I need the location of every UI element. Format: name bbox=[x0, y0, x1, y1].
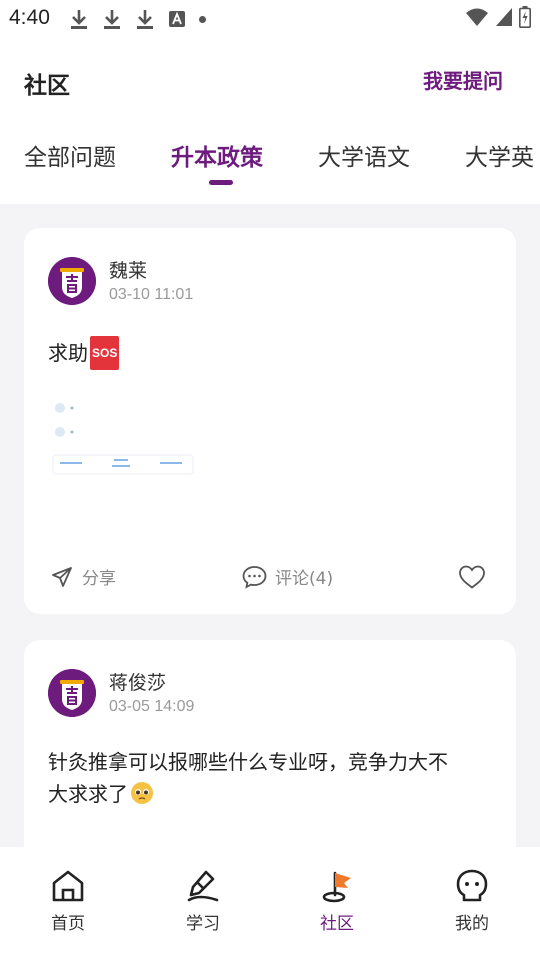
nav-item-home[interactable]: 首页 bbox=[28, 869, 108, 934]
share-button[interactable]: 分享 bbox=[50, 564, 116, 589]
author-name[interactable]: 蒋俊莎 bbox=[109, 668, 166, 695]
post-time: 03-05 14:09 bbox=[109, 698, 195, 715]
download-icon bbox=[104, 10, 120, 29]
post-text[interactable]: 针灸推拿可以报哪些什么专业呀，竞争力大不 大求求了 bbox=[48, 746, 448, 810]
tab-college-english[interactable]: 大学英 bbox=[465, 138, 534, 172]
post-text-line: 针灸推拿可以报哪些什么专业呀，竞争力大不 bbox=[48, 750, 448, 774]
nav-label: 学习 bbox=[186, 914, 220, 934]
tab-upgrade-policy[interactable]: 升本政策 bbox=[171, 138, 263, 172]
share-label: 分享 bbox=[82, 569, 116, 589]
nav-item-profile[interactable]: 我的 bbox=[432, 869, 512, 934]
category-tabs: 全部问题 升本政策 大学语文 大学英 bbox=[0, 138, 540, 188]
comment-label: 评论(4) bbox=[275, 569, 334, 589]
nav-item-study[interactable]: 学习 bbox=[163, 869, 243, 934]
system-icons bbox=[465, 6, 531, 28]
home-icon bbox=[52, 870, 84, 902]
avatar[interactable] bbox=[48, 669, 96, 717]
nav-label: 社区 bbox=[320, 914, 354, 934]
share-icon bbox=[52, 566, 72, 587]
post-text-line: 大求求了 bbox=[48, 782, 128, 806]
ask-question-button[interactable]: 我要提问 bbox=[423, 65, 503, 94]
sos-badge: SOS bbox=[90, 336, 120, 370]
nav-label: 首页 bbox=[51, 914, 85, 934]
header: 社区 我要提问 全部问题 升本政策 大学语文 大学英 bbox=[0, 38, 540, 204]
page-title: 社区 bbox=[24, 73, 70, 99]
tab-all-questions[interactable]: 全部问题 bbox=[24, 138, 116, 172]
tab-college-chinese[interactable]: 大学语文 bbox=[318, 138, 410, 172]
battery-icon bbox=[519, 6, 531, 28]
download-icon bbox=[137, 10, 153, 29]
person-icon bbox=[456, 869, 488, 902]
status-time: 4:40 bbox=[9, 6, 50, 29]
wifi-icon bbox=[466, 8, 488, 26]
comment-icon bbox=[242, 565, 267, 589]
flag-icon bbox=[322, 871, 351, 903]
post-image-thumbnail[interactable] bbox=[52, 398, 197, 480]
author-name[interactable]: 魏莱 bbox=[109, 256, 147, 283]
nav-item-community[interactable]: 社区 bbox=[297, 869, 377, 934]
notification-icons bbox=[68, 8, 206, 30]
status-bar: 4:40 bbox=[0, 0, 540, 38]
post-time: 03-10 11:01 bbox=[109, 286, 194, 303]
nav-label: 我的 bbox=[455, 914, 489, 934]
post-text-line-with-emoji: 大求求了 bbox=[48, 778, 448, 810]
dot-icon bbox=[199, 16, 206, 23]
heart-icon[interactable] bbox=[458, 564, 486, 590]
pleading-face-icon bbox=[131, 782, 153, 804]
signal-icon bbox=[496, 8, 512, 26]
a-icon bbox=[169, 11, 185, 27]
download-icon bbox=[71, 10, 87, 29]
post-text-content: 求助 bbox=[48, 341, 88, 365]
bottom-navigation: 首页 学习 社区 我的 bbox=[0, 847, 540, 960]
post-card[interactable]: 魏莱 03-10 11:01 求助 SOS 分享 评论(4) bbox=[24, 228, 516, 614]
comment-button[interactable]: 评论(4) bbox=[242, 564, 333, 589]
pen-icon bbox=[187, 870, 219, 902]
active-tab-indicator bbox=[209, 180, 233, 185]
avatar[interactable] bbox=[48, 257, 96, 305]
post-text[interactable]: 求助 SOS bbox=[48, 336, 120, 370]
